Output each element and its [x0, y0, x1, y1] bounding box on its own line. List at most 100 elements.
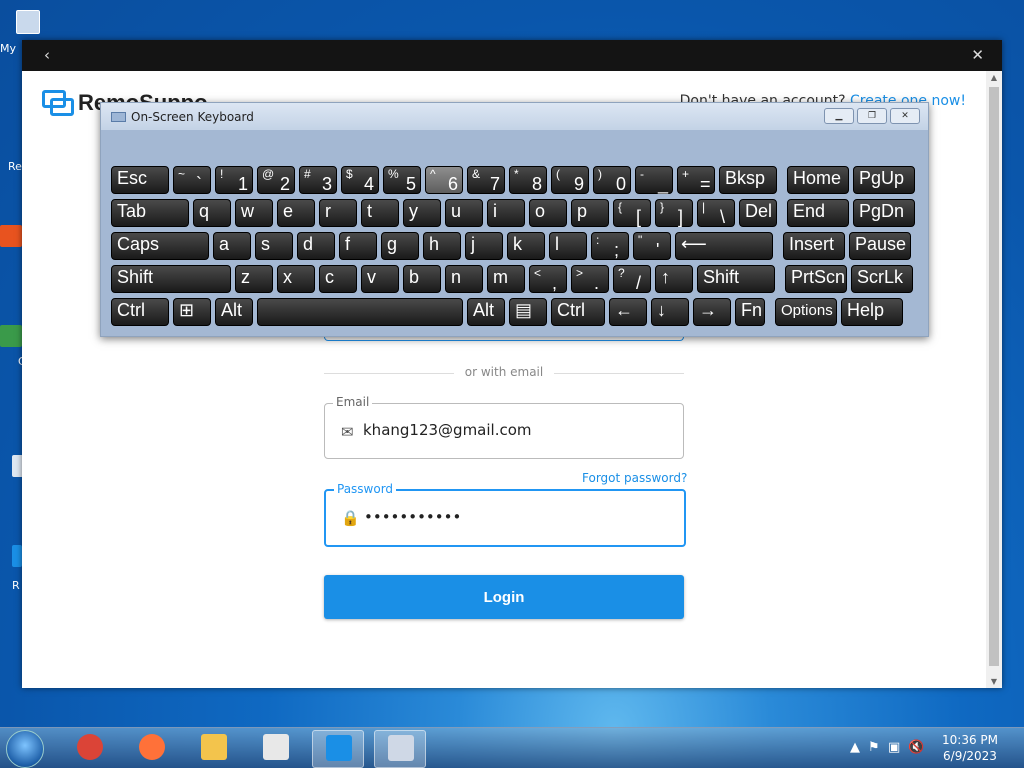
key-alt[interactable]: Alt	[467, 298, 505, 326]
desktop-icon-file[interactable]	[0, 455, 24, 477]
email-field[interactable]: Email ✉ khang123@gmail.com	[324, 395, 684, 459]
key-sym[interactable]: >.	[571, 265, 609, 293]
restore-button[interactable]: ❐	[857, 108, 887, 124]
key-j[interactable]: j	[465, 232, 503, 260]
minimize-button[interactable]: ▁	[824, 108, 854, 124]
key-help[interactable]: Help	[841, 298, 903, 326]
back-icon[interactable]: ‹	[44, 46, 50, 64]
key-sym[interactable]: →	[693, 298, 731, 326]
key-n[interactable]: n	[445, 265, 483, 293]
taskbar-notepad[interactable]	[250, 730, 300, 766]
key-z[interactable]: z	[235, 265, 273, 293]
key-del[interactable]: Del	[739, 199, 777, 227]
taskbar-osk[interactable]	[374, 730, 426, 768]
key-l[interactable]: l	[549, 232, 587, 260]
desktop-icon-computer[interactable]: My	[0, 10, 40, 55]
key-p[interactable]: p	[571, 199, 609, 227]
key-x[interactable]: x	[277, 265, 315, 293]
key-m[interactable]: m	[487, 265, 525, 293]
key-9[interactable]: (9	[551, 166, 589, 194]
key-t[interactable]: t	[361, 199, 399, 227]
key-sym[interactable]: }]	[655, 199, 693, 227]
network-icon[interactable]: ▣	[888, 740, 900, 755]
key-sym[interactable]: ⊞	[173, 298, 211, 326]
key-u[interactable]: u	[445, 199, 483, 227]
key-sym[interactable]: {[	[613, 199, 651, 227]
clock[interactable]: 10:36 PM 6/9/2023	[942, 732, 998, 764]
key-sym[interactable]: ↓	[651, 298, 689, 326]
scrollbar-thumb[interactable]	[989, 87, 999, 666]
key-bksp[interactable]: Bksp	[719, 166, 777, 194]
key-sym[interactable]: :;	[591, 232, 629, 260]
key-pgdn[interactable]: PgDn	[853, 199, 915, 227]
key-sym[interactable]: ▤	[509, 298, 547, 326]
key-d[interactable]: d	[297, 232, 335, 260]
key-v[interactable]: v	[361, 265, 399, 293]
key-k[interactable]: k	[507, 232, 545, 260]
close-icon[interactable]: ✕	[971, 46, 984, 64]
key-insert[interactable]: Insert	[783, 232, 845, 260]
key-f[interactable]: f	[339, 232, 377, 260]
password-field[interactable]: Password 🔒 •••••••••••	[324, 482, 686, 547]
key-sym[interactable]: ~ `	[173, 166, 211, 194]
key-ctrl[interactable]: Ctrl	[111, 298, 169, 326]
taskbar-explorer[interactable]	[188, 730, 238, 766]
key-sym[interactable]: | \	[697, 199, 735, 227]
key-s[interactable]: s	[255, 232, 293, 260]
key-c[interactable]: c	[319, 265, 357, 293]
key-y[interactable]: y	[403, 199, 441, 227]
key-b[interactable]: b	[403, 265, 441, 293]
key-home[interactable]: Home	[787, 166, 849, 194]
flag-icon[interactable]: ⚑	[868, 740, 880, 755]
key-1[interactable]: ! 1	[215, 166, 253, 194]
desktop-icon-chrome[interactable]: C	[0, 325, 26, 368]
key-g[interactable]: g	[381, 232, 419, 260]
taskbar-chrome[interactable]	[64, 730, 114, 766]
key-e[interactable]: e	[277, 199, 315, 227]
key-options[interactable]: Options	[775, 298, 837, 326]
key-sym[interactable]: ←	[609, 298, 647, 326]
key-pause[interactable]: Pause	[849, 232, 911, 260]
key-r[interactable]: r	[319, 199, 357, 227]
key-0[interactable]: ) 0	[593, 166, 631, 194]
key-h[interactable]: h	[423, 232, 461, 260]
key-fn[interactable]: Fn	[735, 298, 765, 326]
key-sym[interactable]: " '	[633, 232, 671, 260]
key-ctrl[interactable]: Ctrl	[551, 298, 605, 326]
taskbar-firefox[interactable]	[126, 730, 176, 766]
key-end[interactable]: End	[787, 199, 849, 227]
key-shift[interactable]: Shift	[697, 265, 775, 293]
desktop-icon-recycle[interactable]: Re	[0, 160, 22, 173]
key-prtscn[interactable]: PrtScn	[785, 265, 847, 293]
key-2[interactable]: @2	[257, 166, 295, 194]
key-pgup[interactable]: PgUp	[853, 166, 915, 194]
key-7[interactable]: & 7	[467, 166, 505, 194]
key-sym[interactable]: <,	[529, 265, 567, 293]
desktop-icon-remote[interactable]: R	[0, 545, 22, 592]
forgot-password-link[interactable]: Forgot password?	[582, 471, 687, 485]
key-o[interactable]: o	[529, 199, 567, 227]
key-sym[interactable]: ? /	[613, 265, 651, 293]
show-hidden-icon[interactable]: ▲	[850, 740, 860, 755]
taskbar-remosuppo[interactable]	[312, 730, 364, 768]
close-button[interactable]: ✕	[890, 108, 920, 124]
key-esc[interactable]: Esc	[111, 166, 169, 194]
key-6[interactable]: ^ 6	[425, 166, 463, 194]
key-5[interactable]: % 5	[383, 166, 421, 194]
key-sym[interactable]: ⟵	[675, 232, 773, 260]
key-shift[interactable]: Shift	[111, 265, 231, 293]
key-alt[interactable]: Alt	[215, 298, 253, 326]
key-caps[interactable]: Caps	[111, 232, 209, 260]
login-button[interactable]: Login	[324, 575, 684, 619]
start-button[interactable]	[6, 730, 44, 768]
key-8[interactable]: * 8	[509, 166, 547, 194]
key-tab[interactable]: Tab	[111, 199, 189, 227]
key-scrlk[interactable]: ScrLk	[851, 265, 913, 293]
key-sym[interactable]: + =	[677, 166, 715, 194]
key-sym[interactable]: ↑	[655, 265, 693, 293]
volume-muted-icon[interactable]: 🔇	[908, 740, 924, 755]
desktop-icon-app[interactable]	[0, 225, 22, 247]
key-sym[interactable]: - _	[635, 166, 673, 194]
scrollbar[interactable]: ▲ ▼	[986, 71, 1002, 688]
key-w[interactable]: w	[235, 199, 273, 227]
